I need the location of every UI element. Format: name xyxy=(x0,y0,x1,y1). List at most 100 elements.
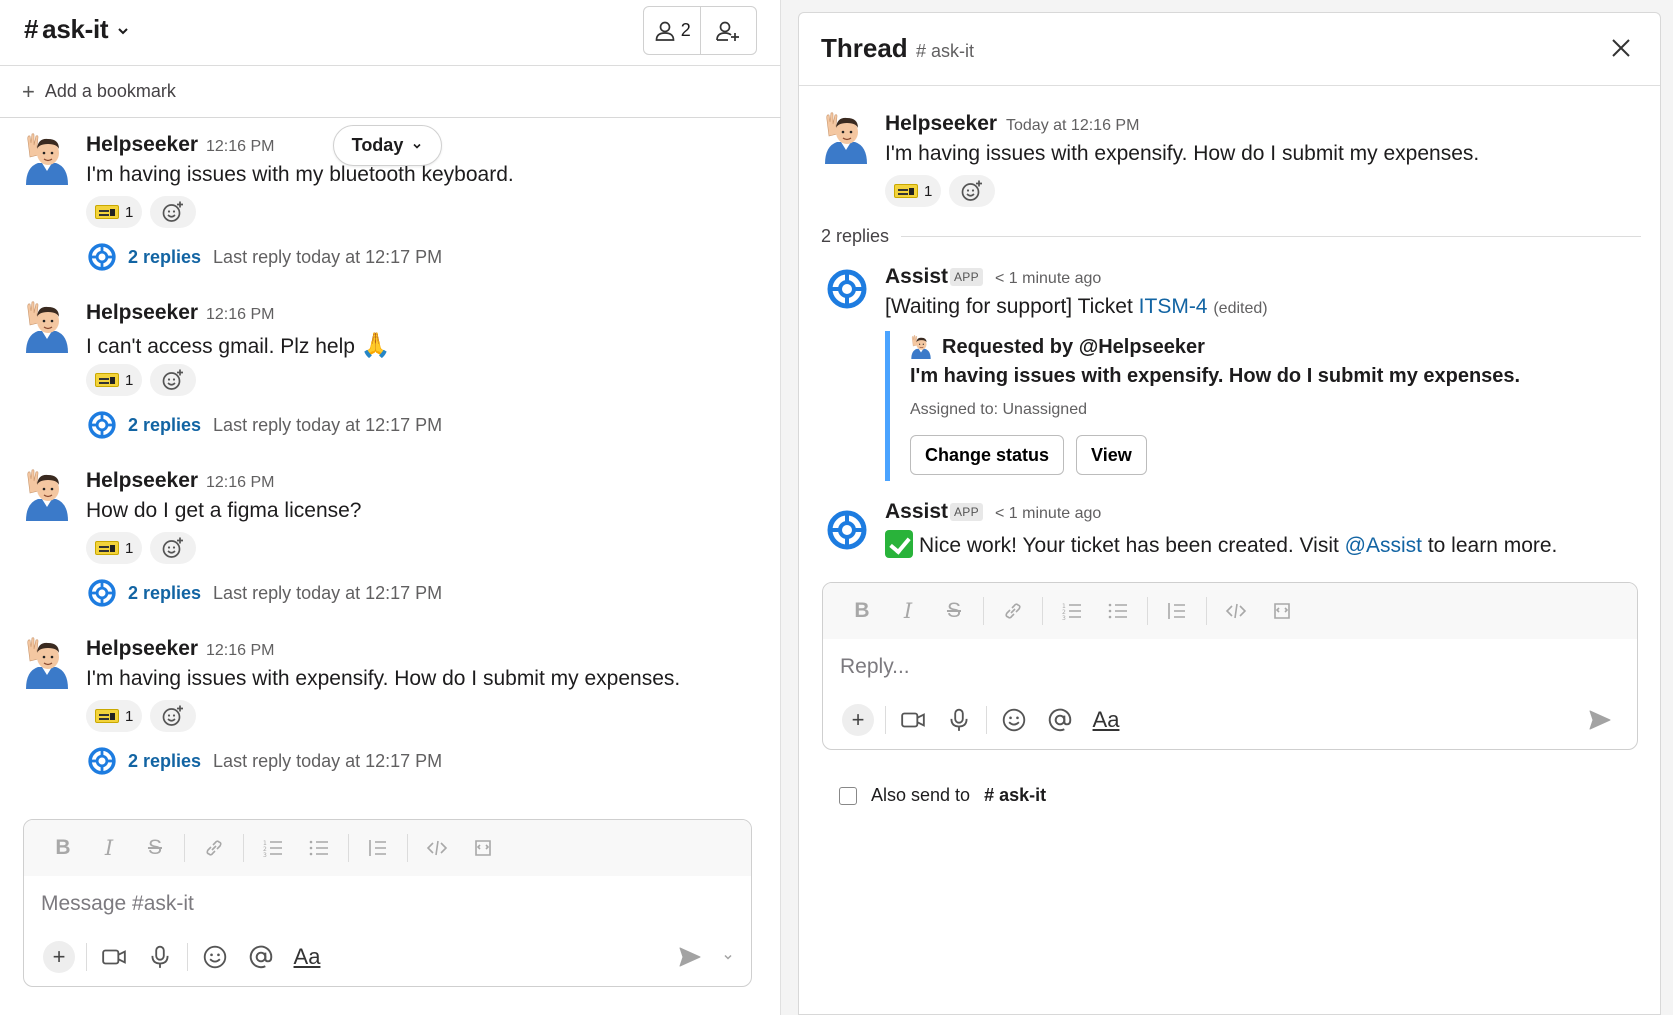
code-block-button[interactable] xyxy=(460,828,506,868)
reply-count[interactable]: 2 replies xyxy=(128,583,201,604)
add-reaction-button[interactable] xyxy=(949,175,996,207)
ordered-list-button[interactable]: 123 xyxy=(250,828,296,868)
reaction-pill[interactable]: 1 xyxy=(86,532,143,564)
attach-button[interactable]: + xyxy=(36,937,82,977)
message-author[interactable]: Helpseeker xyxy=(86,133,198,157)
reply-count[interactable]: 2 replies xyxy=(128,247,201,268)
reaction-pill[interactable]: 1 xyxy=(86,196,143,228)
reaction-pill[interactable]: 1 xyxy=(86,364,143,396)
italic-button[interactable]: I xyxy=(86,828,132,868)
message-time[interactable]: < 1 minute ago xyxy=(995,270,1101,288)
add-reaction-button[interactable] xyxy=(150,364,197,396)
bold-button[interactable]: B xyxy=(40,828,86,868)
avatar[interactable] xyxy=(24,637,70,689)
link-button[interactable] xyxy=(191,828,237,868)
thread-replies-link[interactable]: 2 replies Last reply today at 12:17 PM xyxy=(88,243,442,271)
message-time[interactable]: 12:16 PM xyxy=(206,138,274,156)
thread-channel[interactable]: # ask-it xyxy=(916,41,974,62)
message-text: I'm having issues with expensify. How do… xyxy=(885,142,1480,165)
code-block-button[interactable] xyxy=(1259,591,1305,631)
message-author[interactable]: Helpseeker xyxy=(885,112,997,136)
formatting-toolbar: B I S 123 xyxy=(24,820,751,876)
channel-title[interactable]: # ask-it xyxy=(24,14,130,45)
formatting-toggle-button[interactable]: Aa xyxy=(1083,700,1129,740)
formatting-toggle-button[interactable]: Aa xyxy=(284,937,330,977)
message-author[interactable]: Helpseeker xyxy=(86,469,198,493)
message-author[interactable]: Assist xyxy=(885,500,948,524)
add-member-button[interactable] xyxy=(699,7,757,54)
assist-logo-icon xyxy=(88,579,116,607)
thread-replies-link[interactable]: 2 replies Last reply today at 12:17 PM xyxy=(88,411,442,439)
add-bookmark-button[interactable]: + Add a bookmark xyxy=(0,66,781,118)
audio-clip-button[interactable] xyxy=(936,700,982,740)
ticket-link[interactable]: ITSM-4 xyxy=(1139,295,1208,318)
reply-count[interactable]: 2 replies xyxy=(128,751,201,772)
thread-replies-link[interactable]: 2 replies Last reply today at 12:17 PM xyxy=(88,579,442,607)
avatar[interactable] xyxy=(24,133,70,185)
mention-button[interactable] xyxy=(1037,700,1083,740)
avatar[interactable] xyxy=(823,112,869,164)
add-reaction-button[interactable] xyxy=(150,196,197,228)
view-button[interactable]: View xyxy=(1076,435,1147,475)
text-format-icon: Aa xyxy=(293,944,321,969)
hash-icon: # xyxy=(24,14,39,44)
members-button[interactable]: 2 xyxy=(644,7,700,54)
mention-button[interactable] xyxy=(238,937,284,977)
bullet-list-button[interactable] xyxy=(1095,591,1141,631)
also-send-checkbox[interactable] xyxy=(839,786,857,805)
emoji-button[interactable] xyxy=(991,700,1037,740)
italic-button[interactable]: I xyxy=(885,591,931,631)
message-text: [Waiting for support] Ticket ITSM-4 (edi… xyxy=(885,295,1268,318)
last-reply: Last reply today at 12:17 PM xyxy=(213,582,443,603)
code-button[interactable] xyxy=(1213,591,1259,631)
close-icon[interactable] xyxy=(1608,35,1634,61)
avatar[interactable] xyxy=(24,301,70,353)
strikethrough-button[interactable]: S xyxy=(132,828,178,868)
attach-button[interactable]: + xyxy=(835,700,881,740)
message-author[interactable]: Assist xyxy=(885,265,948,289)
message-author[interactable]: Helpseeker xyxy=(86,637,198,661)
message-time[interactable]: Today at 12:16 PM xyxy=(1006,117,1139,135)
thread-replies-link[interactable]: 2 replies Last reply today at 12:17 PM xyxy=(88,747,442,775)
assist-logo-icon xyxy=(88,243,116,271)
send-button[interactable] xyxy=(667,937,713,977)
message-author[interactable]: Helpseeker xyxy=(86,301,198,325)
bullet-list-icon xyxy=(1108,603,1127,619)
message-input[interactable]: Message #ask-it xyxy=(24,876,751,932)
app-badge: APP xyxy=(950,268,983,286)
blockquote-button[interactable] xyxy=(355,828,401,868)
add-reaction-button[interactable] xyxy=(150,532,197,564)
code-button[interactable] xyxy=(414,828,460,868)
strikethrough-button[interactable]: S xyxy=(931,591,977,631)
assist-logo-icon[interactable] xyxy=(827,510,867,550)
add-person-icon xyxy=(716,21,740,41)
formatting-toolbar: B I S 123 xyxy=(823,583,1637,639)
date-jump-button[interactable]: Today xyxy=(333,125,442,166)
add-reaction-button[interactable] xyxy=(150,700,197,732)
bullet-list-button[interactable] xyxy=(296,828,342,868)
also-send-option[interactable]: Also send to # ask-it xyxy=(839,785,1046,806)
reaction-pill[interactable]: 1 xyxy=(86,700,143,732)
message-time[interactable]: < 1 minute ago xyxy=(995,505,1101,523)
message-time[interactable]: 12:16 PM xyxy=(206,642,274,660)
ordered-list-button[interactable]: 123 xyxy=(1049,591,1095,631)
assist-logo-icon[interactable] xyxy=(827,269,867,309)
link-button[interactable] xyxy=(990,591,1036,631)
bold-button[interactable]: B xyxy=(839,591,885,631)
send-button[interactable] xyxy=(1577,700,1623,740)
composer-tools: + Aa xyxy=(823,691,1637,749)
blockquote-button[interactable] xyxy=(1154,591,1200,631)
audio-clip-button[interactable] xyxy=(137,937,183,977)
video-clip-button[interactable] xyxy=(890,700,936,740)
reply-input[interactable]: Reply... xyxy=(823,639,1637,695)
message-time[interactable]: 12:16 PM xyxy=(206,306,274,324)
video-clip-button[interactable] xyxy=(91,937,137,977)
emoji-button[interactable] xyxy=(192,937,238,977)
message-time[interactable]: 12:16 PM xyxy=(206,474,274,492)
reaction-pill[interactable]: 1 xyxy=(885,175,942,207)
avatar[interactable] xyxy=(24,469,70,521)
mention-link[interactable]: @Assist xyxy=(1345,534,1422,557)
send-options-button[interactable] xyxy=(713,937,743,977)
reply-count[interactable]: 2 replies xyxy=(128,415,201,436)
change-status-button[interactable]: Change status xyxy=(910,435,1065,475)
